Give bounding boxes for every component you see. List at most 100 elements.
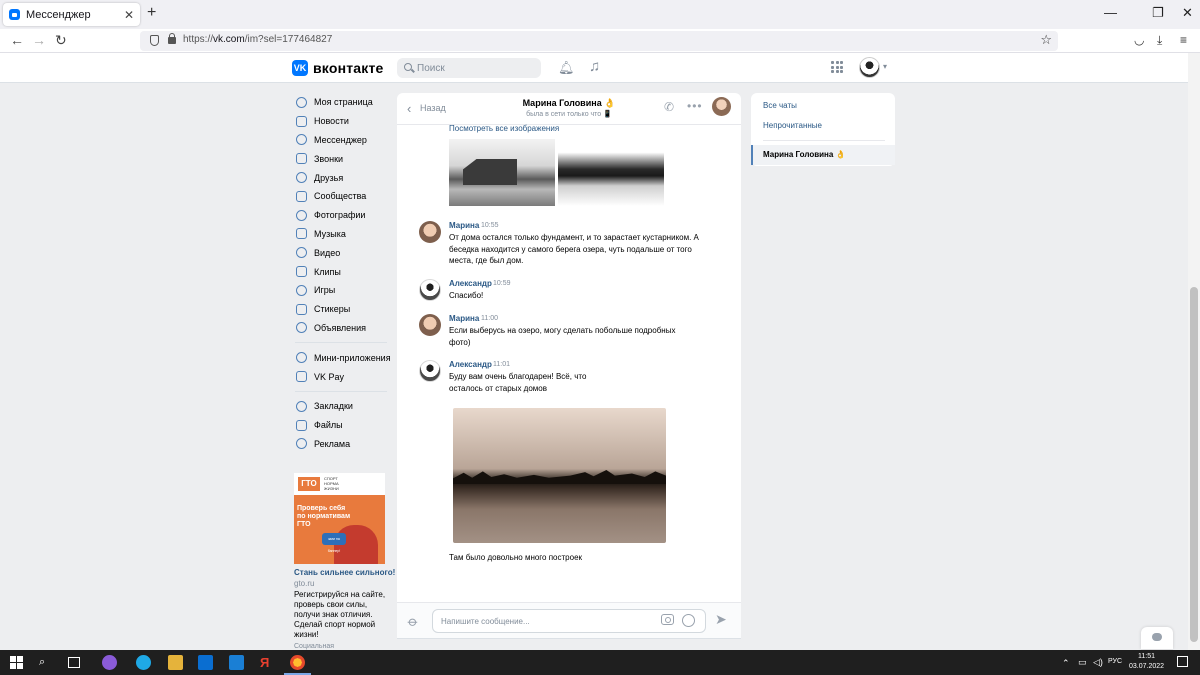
sidebar-item[interactable]: VK Pay bbox=[292, 367, 392, 386]
more-icon[interactable]: ••• bbox=[687, 99, 703, 113]
firefox-icon[interactable] bbox=[290, 655, 305, 670]
yandex-browser-icon[interactable]: Я bbox=[260, 655, 275, 670]
sidebar-item[interactable]: Сообщества bbox=[292, 187, 392, 206]
close-window-icon[interactable]: ✕ bbox=[1182, 5, 1193, 21]
phone-icon[interactable]: ✆ bbox=[664, 100, 674, 114]
photo-attachment[interactable] bbox=[453, 408, 666, 543]
sidebar-item[interactable]: Звонки bbox=[292, 149, 392, 168]
tab-title: Мессенджер bbox=[26, 8, 91, 21]
sidebar-item[interactable]: Реклама bbox=[292, 435, 392, 454]
notifications-icon[interactable] bbox=[1177, 656, 1188, 667]
download-icon[interactable]: ⤓ bbox=[1157, 33, 1162, 48]
bell-icon[interactable]: 🔔︎ bbox=[558, 60, 575, 76]
sidebar-item[interactable]: Музыка bbox=[292, 225, 392, 244]
explorer-icon[interactable] bbox=[168, 655, 183, 670]
ad-title[interactable]: Стань сильнее сильного! bbox=[294, 568, 395, 577]
message-composer: ⌀ ➤ bbox=[397, 602, 741, 638]
clock-time[interactable]: 11:51 bbox=[1138, 653, 1155, 660]
sidebar-item[interactable]: Моя страница bbox=[292, 93, 392, 112]
url-text[interactable]: https://vk.com/im?sel=177464827 bbox=[183, 34, 332, 45]
restore-icon[interactable]: ❐ bbox=[1152, 5, 1164, 21]
message-author[interactable]: Александр bbox=[449, 279, 492, 288]
paperclip-icon[interactable]: ⌀ bbox=[404, 613, 422, 631]
message-author[interactable]: Александр bbox=[449, 360, 492, 369]
sidebar-item[interactable]: Объявления bbox=[292, 319, 392, 338]
message-author[interactable]: Марина bbox=[449, 221, 479, 230]
edge-icon[interactable] bbox=[136, 655, 151, 670]
menu-icon[interactable]: ≡ bbox=[1180, 33, 1187, 47]
sidebar-item[interactable]: Игры bbox=[292, 281, 392, 300]
clock-date[interactable]: 03.07.2022 bbox=[1129, 663, 1164, 670]
sidebar-item-label: Моя страница bbox=[314, 97, 373, 108]
sidebar-item[interactable]: Новости bbox=[292, 112, 392, 131]
ad-banner[interactable]: ГТО СПОРТ НОРМА ЖИЗНИ Проверь себя по но… bbox=[294, 473, 385, 564]
music-icon[interactable]: ♫ bbox=[589, 58, 600, 75]
sidebar-item[interactable]: Мини-приложения bbox=[292, 348, 392, 367]
message-author[interactable]: Марина bbox=[449, 314, 479, 323]
browser-tab[interactable]: Мессенджер ✕ bbox=[3, 3, 140, 26]
message-input-box[interactable] bbox=[432, 609, 706, 633]
pocket-icon[interactable]: ◡ bbox=[1134, 33, 1144, 47]
sidebar-item[interactable]: Файлы bbox=[292, 416, 392, 435]
back-arrow-icon[interactable]: ← bbox=[10, 32, 24, 48]
sidebar-item-label: Файлы bbox=[314, 420, 343, 431]
message-input[interactable] bbox=[441, 615, 651, 628]
network-icon[interactable]: ▭ bbox=[1078, 657, 1087, 668]
peer-avatar[interactable] bbox=[712, 97, 731, 116]
sidebar-item[interactable]: Стикеры bbox=[292, 300, 392, 319]
volume-icon[interactable]: ◁) bbox=[1093, 657, 1103, 668]
tray-chevron-icon[interactable]: ⌃ bbox=[1062, 658, 1070, 669]
ad-site[interactable]: gto.ru bbox=[294, 579, 314, 588]
see-all-images-link[interactable]: Посмотреть все изображения bbox=[449, 124, 559, 133]
minimize-icon[interactable]: — bbox=[1104, 5, 1117, 20]
language-indicator[interactable]: РУС bbox=[1108, 658, 1122, 665]
send-icon[interactable]: ➤ bbox=[715, 611, 727, 628]
vk-header: VK вконтакте 🔔︎ ♫ ▾ bbox=[0, 53, 1188, 83]
unread-chats-link[interactable]: Непрочитанные bbox=[763, 121, 822, 130]
sidebar-item[interactable]: Мессенджер bbox=[292, 131, 392, 150]
chat-widget-button[interactable] bbox=[1141, 627, 1173, 649]
sidebar-item[interactable]: Клипы bbox=[292, 262, 392, 281]
chevron-down-icon[interactable]: ▾ bbox=[883, 62, 887, 71]
address-bar[interactable]: https://vk.com/im?sel=177464827 ☆ bbox=[140, 31, 1058, 51]
sidebar-item[interactable]: Друзья bbox=[292, 168, 392, 187]
bookmark-star-icon[interactable]: ☆ bbox=[1040, 32, 1052, 48]
new-tab-button[interactable]: + bbox=[147, 4, 156, 22]
camera-icon[interactable] bbox=[661, 614, 674, 625]
sidebar-item[interactable]: Видео bbox=[292, 243, 392, 262]
search-icon[interactable]: ⌕ bbox=[39, 656, 54, 671]
ad-banner-button[interactable]: жми на баннер! bbox=[322, 533, 346, 553]
menu-item-icon bbox=[296, 228, 307, 240]
alice-icon[interactable] bbox=[102, 655, 117, 670]
mail-icon[interactable] bbox=[229, 655, 244, 670]
apps-grid-icon[interactable] bbox=[831, 61, 843, 73]
emoji-icon[interactable] bbox=[682, 614, 695, 627]
search-box[interactable] bbox=[397, 58, 541, 78]
message-time: 11:01 bbox=[493, 361, 510, 368]
message-history[interactable]: Посмотреть все изображения Марина 10:55 … bbox=[397, 124, 741, 597]
vk-logo-text[interactable]: вконтакте bbox=[313, 60, 384, 76]
author-avatar[interactable] bbox=[419, 360, 441, 382]
photo-attachment[interactable] bbox=[449, 139, 555, 206]
menu-item-icon bbox=[296, 419, 307, 431]
windows-start-icon[interactable] bbox=[10, 656, 25, 671]
all-chats-link[interactable]: Все чаты bbox=[763, 101, 797, 110]
store-icon[interactable] bbox=[198, 655, 213, 670]
photo-attachment[interactable] bbox=[558, 139, 664, 206]
reload-icon[interactable]: ↻ bbox=[55, 32, 67, 49]
profile-avatar[interactable] bbox=[859, 57, 880, 78]
sidebar-item[interactable]: Фотографии bbox=[292, 206, 392, 225]
lock-icon[interactable] bbox=[168, 33, 176, 44]
scrollbar-thumb[interactable] bbox=[1190, 287, 1198, 642]
close-tab-icon[interactable]: ✕ bbox=[124, 8, 134, 22]
search-input[interactable] bbox=[417, 61, 535, 75]
shield-icon[interactable] bbox=[150, 35, 159, 46]
vk-logo-icon[interactable]: VK bbox=[292, 60, 308, 76]
active-chat-item[interactable]: Марина Головина 👌 bbox=[751, 145, 895, 165]
forward-arrow-icon[interactable]: → bbox=[32, 32, 46, 48]
task-view-icon[interactable] bbox=[68, 657, 80, 668]
author-avatar[interactable] bbox=[419, 279, 441, 301]
author-avatar[interactable] bbox=[419, 221, 441, 243]
sidebar-item[interactable]: Закладки bbox=[292, 397, 392, 416]
author-avatar[interactable] bbox=[419, 314, 441, 336]
